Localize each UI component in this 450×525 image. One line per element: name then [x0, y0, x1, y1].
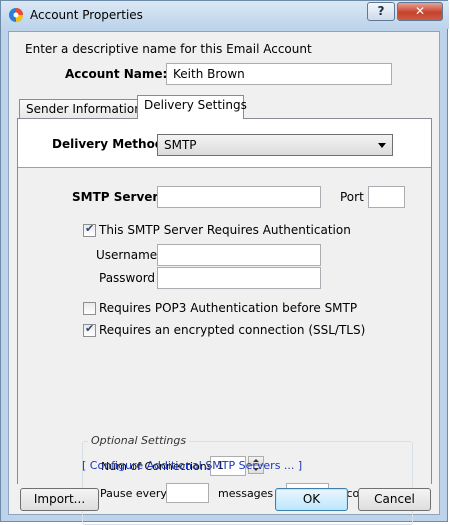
delivery-settings-panel: Delivery Method SMTP SMTP Server Port Th…	[17, 118, 432, 525]
delivery-method-value: SMTP	[164, 138, 197, 152]
username-input[interactable]	[157, 244, 321, 266]
pause-every-input[interactable]	[166, 483, 209, 503]
optional-settings-group	[82, 441, 413, 525]
password-label: Password	[99, 271, 156, 285]
app-icon	[9, 8, 23, 22]
ssl-label[interactable]: Requires an encrypted connection (SSL/TL…	[99, 323, 365, 337]
chevron-down-icon	[378, 143, 386, 148]
cancel-button[interactable]: Cancel	[358, 488, 431, 511]
help-button[interactable]: ?	[367, 2, 395, 21]
username-label: Username	[96, 248, 158, 262]
close-button[interactable]: ✕	[397, 2, 443, 21]
pop3-auth-checkbox[interactable]	[83, 302, 96, 315]
password-input[interactable]	[157, 267, 321, 289]
smtp-settings-section: SMTP Server Port This SMTP Server Requir…	[18, 167, 431, 484]
ssl-checkbox[interactable]	[83, 322, 96, 337]
tab-sender-information[interactable]: Sender Information	[19, 99, 142, 119]
requires-auth-checkbox[interactable]	[83, 222, 96, 237]
title-bar[interactable]: Account Properties ? ✕	[1, 1, 449, 29]
configure-additional-smtp-link[interactable]: [ Configure Additional SMTP Servers ... …	[82, 459, 302, 472]
tab-delivery-settings[interactable]: Delivery Settings	[137, 95, 247, 119]
port-input[interactable]	[368, 186, 405, 208]
pause-every-label: Pause every	[100, 487, 167, 500]
account-name-label: Account Name:	[65, 67, 168, 81]
ok-button[interactable]: OK	[275, 488, 348, 511]
account-name-input[interactable]: Keith Brown	[166, 63, 392, 85]
delivery-method-label: Delivery Method	[52, 137, 164, 151]
account-properties-window: Account Properties ? ✕ Enter a descripti…	[0, 0, 449, 525]
window-title: Account Properties	[30, 8, 143, 22]
optional-settings-title: Optional Settings	[88, 434, 190, 447]
smtp-server-input[interactable]	[157, 186, 321, 208]
delivery-method-select[interactable]: SMTP	[157, 134, 393, 156]
port-label: Port	[340, 190, 364, 204]
pop3-auth-label[interactable]: Requires POP3 Authentication before SMTP	[99, 301, 357, 315]
smtp-server-label: SMTP Server	[72, 190, 159, 204]
requires-auth-label[interactable]: This SMTP Server Requires Authentication	[99, 223, 351, 237]
import-button[interactable]: Import...	[20, 488, 99, 511]
intro-text: Enter a descriptive name for this Email …	[25, 42, 312, 56]
dialog-body: Enter a descriptive name for this Email …	[8, 31, 440, 525]
